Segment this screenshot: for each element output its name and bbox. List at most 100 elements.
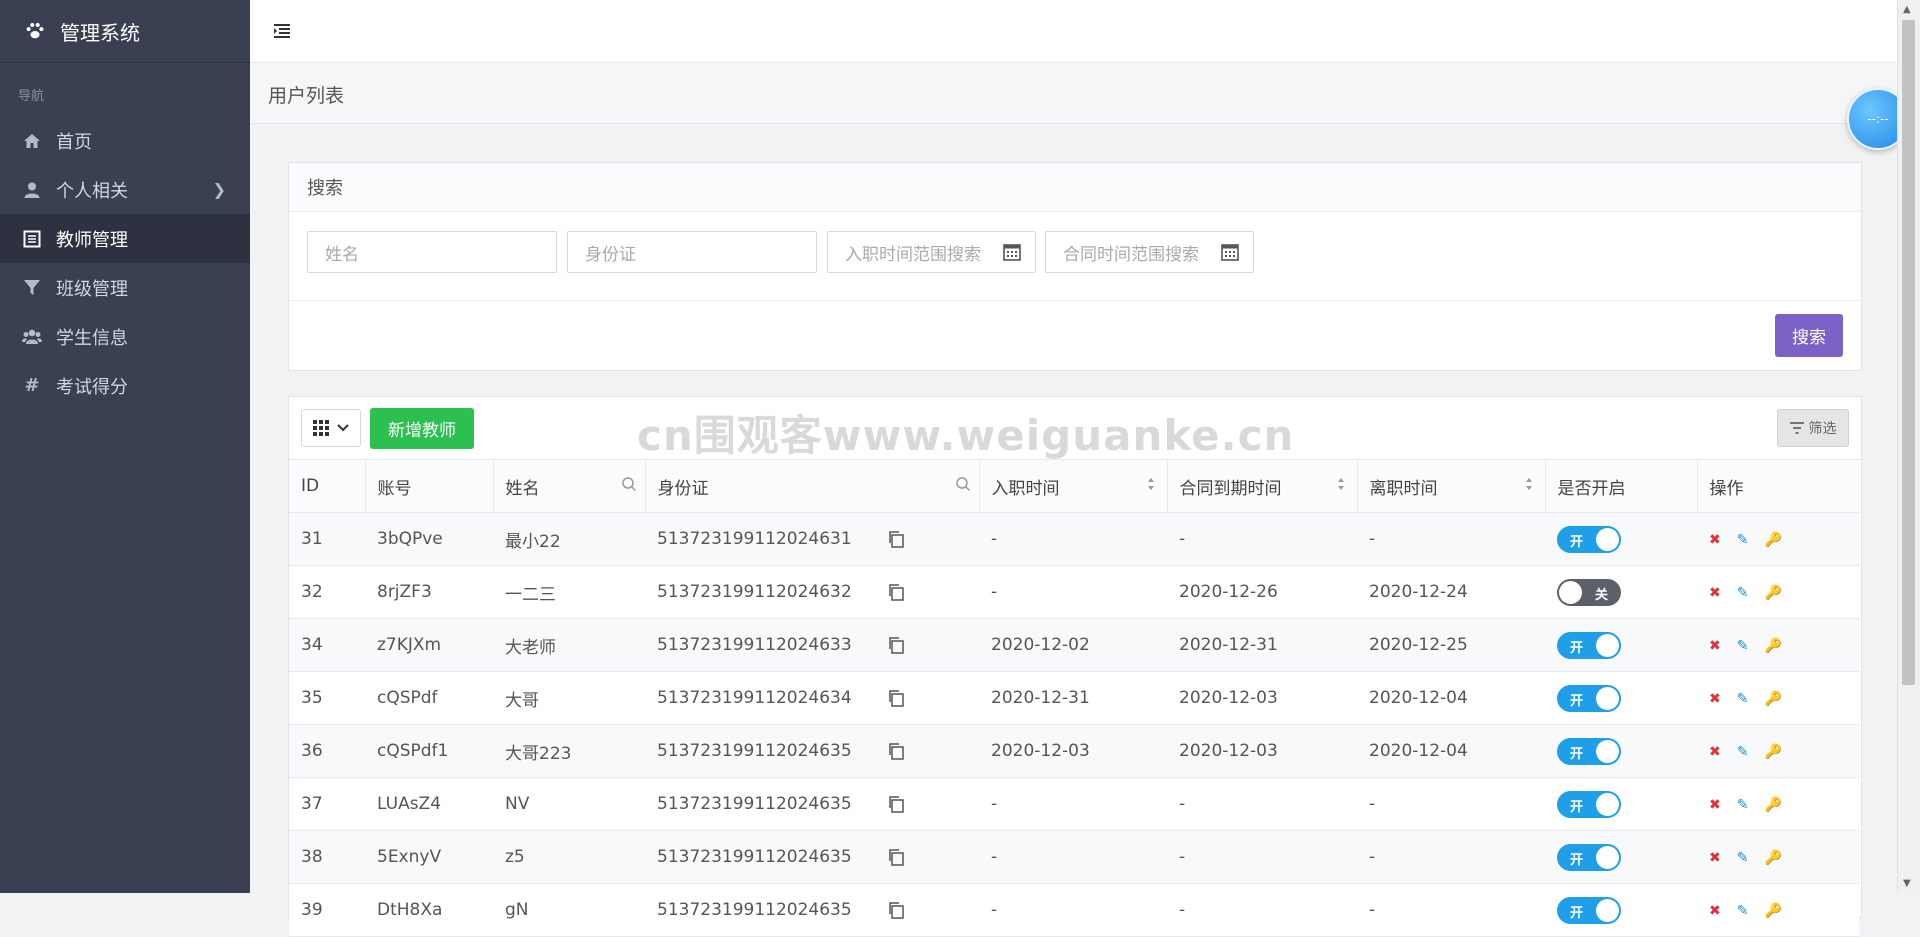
enable-toggle[interactable]: 开 [1557,684,1621,712]
toggle-label: 开 [1570,905,1584,921]
key-icon[interactable]: 🔑 [1764,691,1781,707]
edit-icon[interactable]: ✎ [1737,903,1749,919]
enable-toggle[interactable]: 开 [1557,790,1621,818]
cell-id: 37 [289,777,365,831]
key-icon[interactable]: 🔑 [1764,903,1781,919]
enable-toggle[interactable]: 开 [1557,843,1621,871]
key-icon[interactable]: 🔑 [1764,638,1781,654]
delete-icon[interactable]: ✖ [1709,744,1721,760]
edit-icon[interactable]: ✎ [1737,691,1749,707]
cell-actions: ✖ ✎ 🔑 [1697,724,1859,778]
hire-date-range-input[interactable]: 入职时间范围搜索 [827,231,1036,273]
copy-icon[interactable] [887,530,905,548]
brand[interactable]: 管理系统 [0,0,250,63]
delete-icon[interactable]: ✖ [1709,797,1721,813]
scrollbar-thumb[interactable] [1902,20,1915,685]
column-header-account[interactable]: 账号 [365,460,494,513]
edit-icon[interactable]: ✎ [1737,585,1749,601]
cell-id: 36 [289,724,365,778]
home-icon [22,131,42,151]
edit-icon[interactable]: ✎ [1737,744,1749,760]
copy-icon[interactable] [887,583,905,601]
search-icon[interactable] [621,476,637,492]
toggle-label: 关 [1594,587,1608,603]
scroll-down-arrow[interactable]: ▼ [1903,878,1911,889]
column-header-idcard[interactable]: 身份证 [645,460,980,513]
toggle-label: 开 [1570,693,1584,709]
delete-icon[interactable]: ✖ [1709,691,1721,707]
delete-icon[interactable]: ✖ [1709,532,1721,548]
delete-icon[interactable]: ✖ [1709,638,1721,654]
idcard-text: 513723199112024635 [657,847,852,867]
filter-button[interactable]: 筛选 [1777,409,1849,447]
edit-icon[interactable]: ✎ [1737,850,1749,866]
cell-account: LUAsZ4 [365,777,493,831]
delete-icon[interactable]: ✖ [1709,903,1721,919]
cell-leave-date: 2020-12-24 [1357,565,1545,619]
scrollbar[interactable]: ▲ ▼ [1897,0,1920,893]
copy-icon[interactable] [887,848,905,866]
enable-toggle[interactable]: 关 [1557,578,1621,606]
sort-icon[interactable] [1333,476,1349,492]
add-teacher-button[interactable]: 新增教师 [370,408,474,449]
column-header-label: 合同到期时间 [1179,478,1282,499]
search-panel-title: 搜索 [289,163,1861,212]
key-icon[interactable]: 🔑 [1764,532,1781,548]
column-header-hire-date[interactable]: 入职时间 [979,460,1168,513]
edit-icon[interactable]: ✎ [1737,797,1749,813]
sidebar-item-personal[interactable]: 个人相关 ❯ [0,165,250,214]
app-title: 管理系统 [60,20,140,45]
delete-icon[interactable]: ✖ [1709,585,1721,601]
sidebar-item-label: 首页 [56,131,92,153]
sidebar-item-students[interactable]: 学生信息 [0,312,250,361]
copy-icon[interactable] [887,795,905,813]
enable-toggle[interactable]: 开 [1557,737,1621,765]
toggle-knob [1596,792,1619,816]
idcard-input[interactable]: 身份证 [567,231,817,273]
delete-icon[interactable]: ✖ [1709,850,1721,866]
key-icon[interactable]: 🔑 [1764,744,1781,760]
key-icon[interactable]: 🔑 [1764,850,1781,866]
key-icon[interactable]: 🔑 [1764,585,1781,601]
key-icon[interactable]: 🔑 [1764,797,1781,813]
column-header-contract-end[interactable]: 合同到期时间 [1167,460,1358,513]
cell-contract-end: - [1167,777,1357,831]
cell-idcard: 513723199112024635 [645,724,979,778]
filter-label: 筛选 [1808,421,1837,437]
cell-hire-date: - [979,565,1167,619]
edit-icon[interactable]: ✎ [1737,532,1749,548]
search-button[interactable]: 搜索 [1775,314,1843,357]
menu-toggle-icon[interactable] [272,21,292,41]
search-icon[interactable] [955,476,971,492]
enable-toggle[interactable]: 开 [1557,896,1621,924]
column-header-leave-date[interactable]: 离职时间 [1357,460,1546,513]
enable-toggle[interactable]: 开 [1557,525,1621,553]
column-header-name[interactable]: 姓名 [493,460,646,513]
table-row: 39 DtH8Xa gN 513723199112024635- - - 开 ✖ ✎ 🔑 [289,883,1859,937]
column-header-id[interactable]: ID [289,460,366,513]
cell-enabled: 开 [1545,671,1697,725]
cell-enabled: 开 [1545,512,1697,566]
sidebar-item-exams[interactable]: # 考试得分 [0,361,250,410]
cell-name: gN [493,883,645,937]
scroll-up-arrow[interactable]: ▲ [1903,4,1911,15]
edit-icon[interactable]: ✎ [1737,638,1749,654]
sort-icon[interactable] [1143,476,1159,492]
copy-icon[interactable] [887,689,905,707]
sidebar-item-classes[interactable]: 班级管理 [0,263,250,312]
copy-icon[interactable] [887,636,905,654]
name-input[interactable]: 姓名 [307,231,557,273]
contract-date-range-input[interactable]: 合同时间范围搜索 [1045,231,1254,273]
copy-icon[interactable] [887,901,905,919]
cell-leave-date: 2020-12-25 [1357,618,1545,672]
cell-idcard: 513723199112024635 [645,883,979,937]
copy-icon[interactable] [887,742,905,760]
sidebar-item-home[interactable]: 首页 [0,116,250,165]
columns-toggle-button[interactable] [301,409,361,447]
enable-toggle[interactable]: 开 [1557,631,1621,659]
sort-icon[interactable] [1521,476,1537,492]
column-header-enabled[interactable]: 是否开启 [1545,460,1698,513]
sidebar-item-teachers[interactable]: 教师管理 [0,214,250,263]
cell-contract-end: - [1167,830,1357,884]
cell-account: 3bQPve [365,512,493,566]
